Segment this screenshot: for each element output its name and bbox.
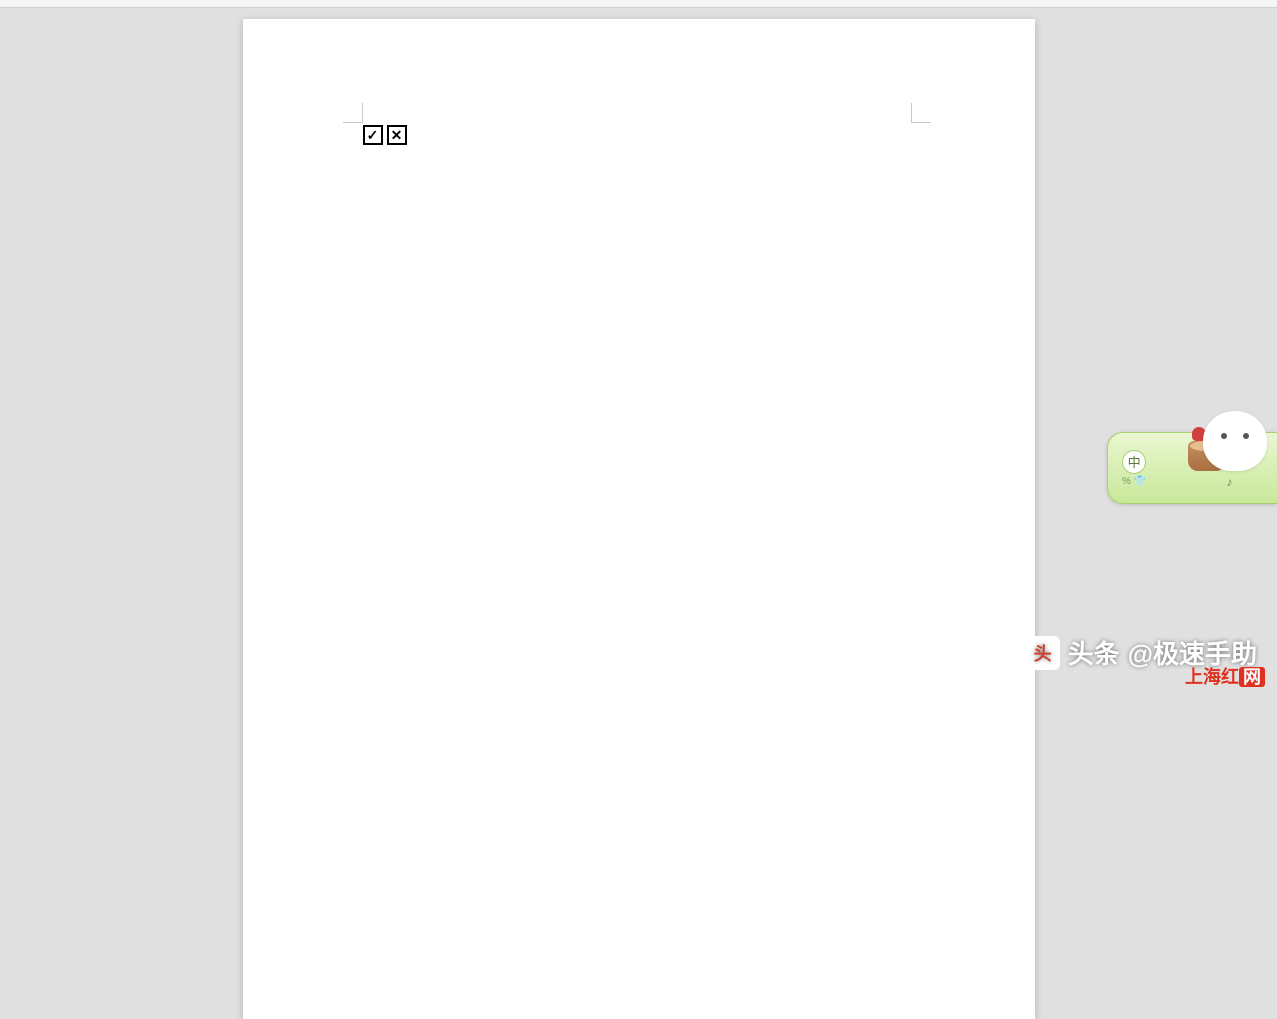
ime-mode-indicator[interactable]: 中	[1122, 450, 1146, 474]
ime-punct-icon[interactable]: %	[1122, 476, 1131, 487]
ime-music-note-icon: ♪	[1226, 475, 1232, 489]
margin-guide-top-left	[343, 103, 363, 123]
toolbar-strip	[0, 0, 1277, 8]
ime-mascot-icon	[1203, 411, 1267, 471]
document-canvas[interactable]	[0, 8, 1277, 699]
margin-guide-top-right	[911, 103, 931, 123]
ime-mascot-art: ♪	[1146, 433, 1277, 503]
document-page[interactable]	[243, 19, 1035, 1019]
ime-mode-group[interactable]: 中 % 👕	[1122, 450, 1146, 487]
watermark-site-box: 网	[1239, 667, 1265, 687]
ime-floating-panel[interactable]: 中 % 👕 ♪	[1107, 432, 1277, 504]
toutiao-logo-icon: 头	[1026, 636, 1060, 670]
crossed-box-symbol[interactable]	[387, 125, 407, 145]
ime-sub-indicators[interactable]: % 👕	[1122, 476, 1146, 487]
watermark-site-text: 上海红	[1185, 667, 1239, 687]
watermark-author-prefix: 头条	[1068, 634, 1120, 671]
checked-box-symbol[interactable]	[363, 125, 383, 145]
document-body[interactable]	[363, 125, 407, 145]
ime-skin-icon[interactable]: 👕	[1134, 476, 1146, 487]
watermark-site: 上海红网	[1185, 663, 1265, 689]
